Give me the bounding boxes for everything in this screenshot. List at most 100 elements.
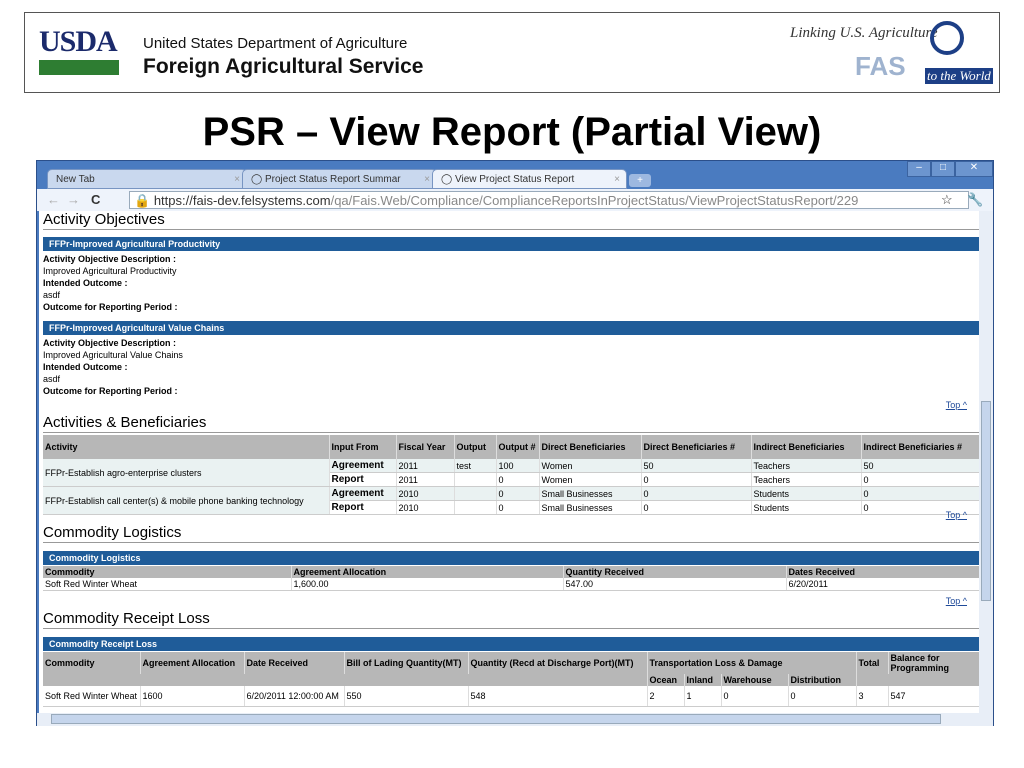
tab-view-project-status-report[interactable]: ◯ View Project Status Report × [432, 169, 627, 189]
address-bar[interactable]: 🔒 https://fais-dev.felsystems.com/qa/Fai… [129, 191, 969, 209]
toolbar: ← → C 🔒 https://fais-dev.felsystems.com/… [37, 189, 993, 211]
cell [454, 500, 497, 515]
cell: 0 [788, 686, 857, 707]
cell: Women [539, 472, 642, 487]
globe-icon: ◯ [251, 174, 265, 185]
browser-window: New Tab × ◯ Project Status Report Summar ×… [36, 160, 994, 726]
cell: Students [751, 500, 862, 515]
table-header-row: Activity Input From Fiscal Year Output Outpu… [43, 435, 980, 459]
maximize-button[interactable]: □ [931, 161, 955, 177]
cell: 0 [496, 472, 540, 487]
top-link[interactable]: Top ^ [946, 596, 967, 606]
column-header: Ocean [647, 674, 685, 686]
cell: 2010 [396, 486, 455, 501]
column-header: Date Received [244, 652, 345, 674]
cell: 1 [684, 686, 722, 707]
commodity-logistics-table: Commodity Agreement Allocation Quantity Re… [43, 566, 980, 591]
table-subheader-row: Ocean Inland Warehouse Distribution [43, 674, 980, 686]
tab-label: Project Status Report Summar [264, 174, 401, 185]
column-header: Commodity [43, 652, 141, 674]
column-header: Transportation Loss & Damage [647, 652, 857, 674]
cell: 0 [861, 486, 980, 501]
slide-title: PSR – View Report (Partial View) [202, 110, 822, 154]
cell: Soft Red Winter Wheat [43, 686, 141, 707]
field-value: Improved Agricultural Productivity [43, 266, 177, 276]
cell: 0 [721, 686, 789, 707]
column-header: Dates Received [786, 566, 980, 578]
top-link[interactable]: Top ^ [946, 400, 967, 410]
cell: 550 [344, 686, 469, 707]
agency-name: Foreign Agricultural Service [143, 55, 424, 78]
cell: test [454, 459, 497, 473]
field-label: Intended Outcome : [43, 362, 128, 372]
section-heading: Activities & Beneficiaries [43, 414, 979, 433]
cell: 6/20/2011 [786, 578, 980, 591]
cell: 0 [641, 472, 752, 487]
horizontal-scrollbar[interactable] [37, 713, 993, 726]
table-row: FFPr-Establish call center(s) & mobile p… [43, 486, 980, 515]
usda-logo-text: USDA [39, 25, 118, 58]
globe-icon: ◯ [441, 174, 455, 185]
cell: Soft Red Winter Wheat [43, 578, 292, 591]
field-label: Intended Outcome : [43, 278, 128, 288]
scrollbar-thumb[interactable] [981, 401, 991, 601]
department-name: United States Department of Agriculture [143, 35, 408, 52]
table-header-row: Commodity Agreement Allocation Quantity Re… [43, 566, 980, 578]
new-tab-button[interactable]: + [629, 174, 651, 187]
activity-cell: FFPr-Establish agro-enterprise clusters [43, 459, 330, 487]
close-tab-icon[interactable]: × [614, 174, 620, 185]
reload-icon[interactable]: C [91, 192, 100, 207]
table-row: FFPr-Establish agro-enterprise clusters … [43, 459, 980, 487]
column-header: Inland [684, 674, 722, 686]
cell: 2011 [396, 459, 455, 473]
column-header: Total [856, 652, 889, 674]
close-tab-icon[interactable]: × [234, 174, 240, 185]
tab-project-status-summary[interactable]: ◯ Project Status Report Summar × [242, 169, 437, 189]
close-tab-icon[interactable]: × [424, 174, 430, 185]
column-header: Bill of Lading Quantity(MT) [344, 652, 469, 674]
cell: 1,600.00 [291, 578, 564, 591]
column-header: Indirect Beneficiaries [751, 435, 862, 459]
section-heading: Commodity Logistics [43, 524, 979, 543]
cell: 100 [496, 459, 540, 473]
usda-logo: USDA [39, 27, 119, 77]
cell: 547 [888, 686, 980, 707]
top-link[interactable]: Top ^ [946, 510, 967, 520]
globe-icon [930, 21, 964, 55]
tab-strip: New Tab × ◯ Project Status Report Summar ×… [37, 161, 993, 189]
field-value: asdf [43, 290, 61, 300]
objective-title: FFPr-Improved Agricultural Productivity [43, 237, 979, 251]
fas-tagline: Linking U.S. Agriculture [790, 25, 938, 41]
forward-icon[interactable]: → [67, 192, 80, 207]
field-label: Outcome for Reporting Period : [43, 386, 178, 396]
empty-header [856, 674, 980, 686]
wrench-icon[interactable]: 🔧 [967, 192, 983, 208]
cell: Students [751, 486, 862, 501]
column-header: Distribution [788, 674, 857, 686]
usda-fields-graphic [39, 57, 119, 75]
minimize-button[interactable]: – [907, 161, 931, 177]
close-window-button[interactable]: ✕ [955, 161, 993, 177]
field-label: Activity Objective Description : [43, 254, 177, 264]
section-heading: Activity Objectives [43, 211, 979, 230]
cell [454, 486, 497, 501]
cell: 0 [496, 486, 540, 501]
scrollbar-thumb[interactable] [51, 714, 941, 724]
column-header: Fiscal Year [396, 435, 455, 459]
tab-new-tab[interactable]: New Tab × [47, 169, 247, 189]
cell: 0 [861, 472, 980, 487]
column-header: Agreement Allocation [291, 566, 564, 578]
section-heading: Commodity Receipt Loss [43, 610, 979, 629]
column-header: Output [454, 435, 497, 459]
bookmark-star-icon[interactable]: ☆ [941, 192, 953, 208]
tab-label: New Tab [56, 174, 95, 185]
cell: 0 [496, 500, 540, 515]
column-header: Activity [43, 435, 330, 459]
back-icon[interactable]: ← [47, 192, 60, 207]
field-value: asdf [43, 374, 61, 384]
page-content: Activity Objectives FFPr-Improved Agricu… [39, 211, 981, 713]
column-header: Balance for Programming [888, 652, 980, 674]
vertical-scrollbar[interactable] [979, 211, 993, 713]
empty-header [43, 674, 648, 686]
objective-title: FFPr-Improved Agricultural Value Chains [43, 321, 979, 335]
